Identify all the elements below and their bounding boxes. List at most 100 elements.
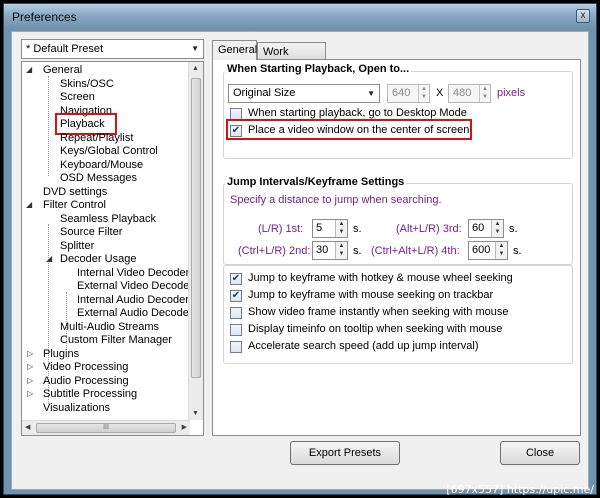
tree-item-seamless-playback[interactable]: Seamless Playback (60, 213, 156, 226)
size-mode-dropdown[interactable]: Original Size ▼ (228, 84, 380, 103)
preset-value: * Default Preset (26, 43, 104, 55)
alt-lr-3rd-spinbox[interactable]: 60 ▲ ▼ (468, 219, 504, 238)
alt-lr-3rd-value: 60 (472, 222, 485, 234)
expand-arrow-icon[interactable]: ◢ (46, 254, 52, 263)
jump-intervals-title: Jump Intervals/Keyframe Settings (225, 176, 407, 188)
tree-item-skins-osc[interactable]: Skins/OSC (60, 78, 114, 91)
tree-item-keyboard-mouse[interactable]: Keyboard/Mouse (60, 159, 143, 172)
desktop-mode-label: When starting playback, go to Desktop Mo… (248, 107, 467, 119)
tree-item-general[interactable]: General (43, 64, 82, 77)
export-presets-button[interactable]: Export Presets (290, 441, 400, 465)
scroll-up-icon[interactable]: ▲ (192, 65, 199, 72)
option-label: Accelerate search speed (add up jump int… (248, 340, 479, 352)
option-checkbox-4[interactable]: Accelerate search speed (add up jump int… (230, 340, 479, 354)
check-icon[interactable]: ✔ (230, 290, 242, 302)
width-stepper-icon[interactable]: ▲ ▼ (418, 85, 429, 102)
tree-item-plugins[interactable]: Plugins (43, 348, 79, 361)
expand-arrow-icon[interactable]: ◢ (26, 200, 32, 209)
tree-item-keys-global-control[interactable]: Keys/Global Control (60, 145, 158, 158)
tree-item-external-video-decoder[interactable]: External Video Decoder (77, 280, 193, 293)
height-stepper-icon[interactable]: ▲ ▼ (479, 85, 490, 102)
tree-item-source-filter[interactable]: Source Filter (60, 226, 122, 239)
tree-item-dvd-settings[interactable]: DVD settings (43, 186, 107, 199)
option-checkbox-3[interactable]: Display timeinfo on tooltip when seeking… (230, 323, 502, 337)
close-window-icon[interactable]: x (576, 9, 590, 23)
alt-lr-3rd-stepper-icon[interactable]: ▲ ▼ (491, 220, 503, 237)
expand-arrow-icon[interactable]: ◢ (26, 65, 32, 74)
option-label: Jump to keyframe with hotkey & mouse whe… (248, 272, 513, 284)
tree-item-internal-audio-decoder[interactable]: Internal Audio Decoder (77, 294, 189, 307)
ctrl-alt-lr-4th-value: 600 (472, 244, 491, 256)
tree-item-splitter[interactable]: Splitter (60, 240, 94, 253)
tree-item-audio-processing[interactable]: Audio Processing (43, 375, 129, 388)
height-value: 480 (453, 87, 472, 99)
preferences-window: Preferences x * Default Preset ▼ ◢ Gener… (3, 3, 597, 495)
ctrl-alt-lr-4th-label: (Ctrl+Alt+L/R) 4th: (371, 245, 460, 257)
scroll-thumb[interactable] (191, 78, 201, 378)
ctrl-lr-2nd-spinbox[interactable]: 30 ▲ ▼ (312, 241, 348, 260)
tree-item-subtitle-processing[interactable]: Subtitle Processing (43, 388, 137, 401)
lr-1st-stepper-icon[interactable]: ▲ ▼ (335, 220, 347, 237)
ctrl-alt-lr-4th-unit: s. (513, 245, 522, 257)
tree-item-screen[interactable]: Screen (60, 91, 95, 104)
center-window-highlight-box (226, 119, 472, 140)
open-to-group-title: When Starting Playback, Open to... (225, 63, 412, 75)
close-button[interactable]: Close (500, 441, 580, 465)
tree-item-multi-audio-streams[interactable]: Multi-Audio Streams (60, 321, 159, 334)
tree-item-custom-filter-manager[interactable]: Custom Filter Manager (60, 334, 172, 347)
lr-1st-value: 5 (316, 222, 323, 234)
tab-work-priority[interactable]: Work Priority (257, 42, 326, 70)
scroll-right-icon[interactable]: ▶ (182, 423, 187, 431)
height-input[interactable]: 480 ▲ ▼ (448, 84, 491, 103)
lr-1st-unit: s. (353, 223, 362, 235)
times-label: X (436, 87, 444, 99)
tree-guide-line (48, 76, 49, 176)
tree-horizontal-scrollbar[interactable]: ◀ III ▶ (22, 420, 190, 435)
tree-item-osd-messages[interactable]: OSD Messages (60, 172, 137, 185)
tree-item-visualizations[interactable]: Visualizations (43, 402, 110, 415)
ctrl-lr-2nd-stepper-icon[interactable]: ▲ ▼ (335, 242, 347, 259)
option-checkbox-2[interactable]: Show video frame instantly when seeking … (230, 306, 508, 320)
tree-item-external-audio-decoder[interactable]: External Audio Decoder (77, 307, 193, 320)
expand-arrow-icon[interactable]: ▷ (27, 376, 33, 385)
tree-item-decoder-usage[interactable]: Decoder Usage (60, 253, 136, 266)
option-checkbox-1[interactable]: ✔ Jump to keyframe with mouse seeking on… (230, 289, 493, 303)
ctrl-lr-2nd-unit: s. (353, 245, 362, 257)
expand-arrow-icon[interactable]: ▷ (27, 349, 33, 358)
tree-item-video-processing[interactable]: Video Processing (43, 361, 128, 374)
ctrl-alt-lr-4th-stepper-icon[interactable]: ▲ ▼ (495, 242, 507, 259)
size-mode-value: Original Size (233, 87, 296, 99)
jump-hint: Specify a distance to jump when searchin… (230, 194, 442, 206)
alt-lr-3rd-label: (Alt+L/R) 3rd: (396, 223, 462, 235)
checkbox-box[interactable] (230, 324, 242, 336)
ctrl-lr-2nd-value: 30 (316, 244, 329, 256)
tree-item-repeat-playlist[interactable]: Repeat/Playlist (60, 132, 133, 145)
tree-item-filter-control[interactable]: Filter Control (43, 199, 106, 212)
chevron-down-icon: ▼ (367, 89, 375, 98)
settings-tree[interactable]: ◢ General Skins/OSC Screen Navigation Pl… (21, 61, 204, 436)
ctrl-lr-2nd-label: (Ctrl+L/R) 2nd: (238, 245, 311, 257)
option-label: Display timeinfo on tooltip when seeking… (248, 323, 503, 335)
dialog-client: * Default Preset ▼ ◢ General Skins/OSC S… (11, 31, 589, 490)
ctrl-alt-lr-4th-spinbox[interactable]: 600 ▲ ▼ (468, 241, 508, 260)
scroll-thumb-horizontal[interactable]: III (36, 423, 176, 433)
check-icon[interactable]: ✔ (230, 273, 242, 285)
expand-arrow-icon[interactable]: ▷ (27, 389, 33, 398)
preset-dropdown[interactable]: * Default Preset ▼ (21, 39, 204, 59)
width-input[interactable]: 640 ▲ ▼ (387, 84, 430, 103)
scroll-down-icon[interactable]: ▼ (192, 410, 199, 417)
pixels-label: pixels (497, 87, 526, 99)
scroll-left-icon[interactable]: ◀ (25, 423, 30, 431)
general-tab-panel: When Starting Playback, Open to... Origi… (212, 59, 581, 436)
watermark: [697x557] https://upic.me/ (446, 483, 594, 496)
lr-1st-label: (L/R) 1st: (258, 223, 304, 235)
option-checkbox-0[interactable]: ✔ Jump to keyframe with hotkey & mouse w… (230, 272, 513, 286)
checkbox-box[interactable] (230, 341, 242, 353)
tree-vertical-scrollbar[interactable]: ▲ ▼ (188, 62, 203, 420)
tab-general[interactable]: General (212, 40, 257, 60)
expand-arrow-icon[interactable]: ▷ (27, 362, 33, 371)
lr-1st-spinbox[interactable]: 5 ▲ ▼ (312, 219, 348, 238)
tree-item-internal-video-decoder[interactable]: Internal Video Decoder (77, 267, 189, 280)
checkbox-box[interactable] (230, 307, 242, 319)
title-bar[interactable]: Preferences x (4, 4, 596, 30)
